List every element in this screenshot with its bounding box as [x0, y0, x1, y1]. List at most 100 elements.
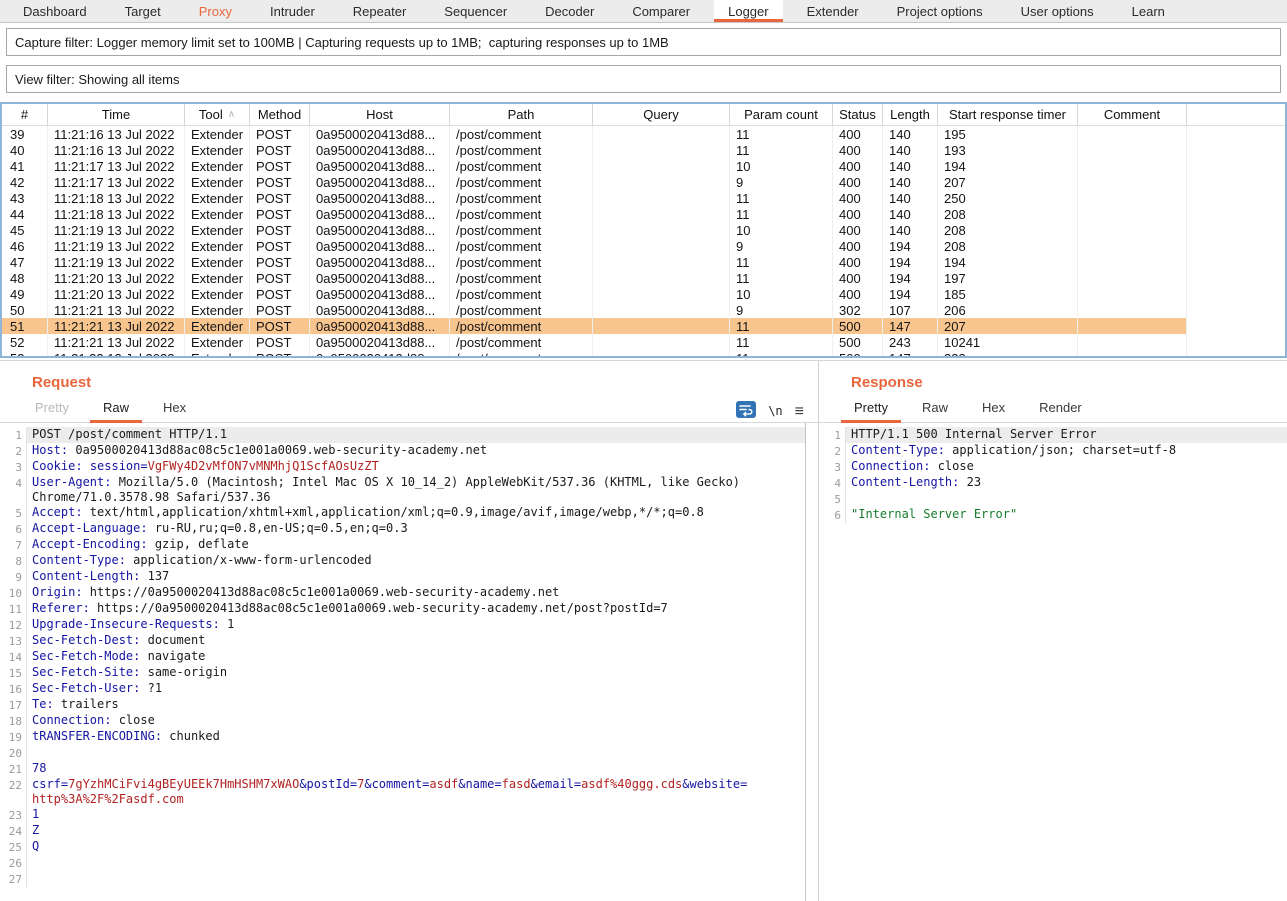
cell-pad	[1186, 238, 1285, 254]
cell-param-count: 11	[729, 142, 832, 158]
tab-extender[interactable]: Extender	[793, 0, 873, 22]
log-row-49[interactable]: 4911:21:20 13 Jul 2022ExtenderPOST0a9500…	[2, 286, 1285, 302]
cell-method: POST	[249, 302, 309, 318]
cell-time: 11:21:21 13 Jul 2022	[47, 334, 184, 350]
tab-intruder[interactable]: Intruder	[256, 0, 329, 22]
tab-raw[interactable]: Raw	[90, 400, 142, 423]
cell-id: 43	[2, 190, 47, 206]
tab-hex[interactable]: Hex	[969, 400, 1018, 423]
cell-tool: Extender	[184, 270, 249, 286]
log-row-52[interactable]: 5211:21:21 13 Jul 2022ExtenderPOST0a9500…	[2, 334, 1285, 350]
log-row-40[interactable]: 4011:21:16 13 Jul 2022ExtenderPOST0a9500…	[2, 142, 1285, 158]
column-header-method[interactable]: Method	[249, 104, 309, 125]
tab-decoder[interactable]: Decoder	[531, 0, 608, 22]
tab-comparer[interactable]: Comparer	[618, 0, 704, 22]
line-content: Accept: text/html,application/xhtml+xml,…	[27, 505, 805, 521]
tab-pretty[interactable]: Pretty	[22, 400, 82, 423]
column-header-query[interactable]: Query	[592, 104, 729, 125]
column-header-host[interactable]: Host	[309, 104, 449, 125]
log-row-41[interactable]: 4111:21:17 13 Jul 2022ExtenderPOST0a9500…	[2, 158, 1285, 174]
log-row-48[interactable]: 4811:21:20 13 Jul 2022ExtenderPOST0a9500…	[2, 270, 1285, 286]
column-header-length[interactable]: Length	[882, 104, 937, 125]
cell-length: 140	[882, 158, 937, 174]
line-number: 17	[0, 697, 27, 713]
tab-sequencer[interactable]: Sequencer	[430, 0, 521, 22]
tab-proxy[interactable]: Proxy	[185, 0, 246, 22]
cell-length: 194	[882, 254, 937, 270]
line-number: 5	[819, 491, 846, 507]
column-header--[interactable]: #	[2, 104, 47, 125]
cell-length: 243	[882, 334, 937, 350]
tab-repeater[interactable]: Repeater	[339, 0, 420, 22]
request-editor[interactable]: 1POST /post/comment HTTP/1.12Host: 0a950…	[0, 423, 806, 901]
cell-query	[592, 142, 729, 158]
log-row-45[interactable]: 4511:21:19 13 Jul 2022ExtenderPOST0a9500…	[2, 222, 1285, 238]
cell-comment	[1077, 334, 1186, 350]
editor-line: 3Cookie: session=VgFWy4D2vMfON7vMNMhjQ1S…	[0, 459, 805, 475]
log-row-53[interactable]: 5311:21:22 13 Jul 2022ExtenderPOST0a9500…	[2, 350, 1285, 358]
capture-filter-bar[interactable]: Capture filter: Logger memory limit set …	[6, 28, 1281, 56]
cell-method: POST	[249, 190, 309, 206]
column-header-param-count[interactable]: Param count	[729, 104, 832, 125]
line-content	[27, 855, 805, 871]
cell-id: 50	[2, 302, 47, 318]
column-header-status[interactable]: Status	[832, 104, 882, 125]
menu-icon[interactable]: ≡	[795, 406, 804, 422]
line-number: 26	[0, 855, 27, 871]
editor-line: 1HTTP/1.1 500 Internal Server Error	[819, 427, 1287, 443]
line-number: 15	[0, 665, 27, 681]
line-number: 19	[0, 729, 27, 745]
column-header-tool[interactable]: Tool∧	[184, 104, 249, 125]
cell-tool: Extender	[184, 318, 249, 334]
editor-line: 9Content-Length: 137	[0, 569, 805, 585]
line-number: 2	[0, 443, 27, 459]
column-header-time[interactable]: Time	[47, 104, 184, 125]
tab-learn[interactable]: Learn	[1118, 0, 1179, 22]
tab-hex[interactable]: Hex	[150, 400, 199, 423]
cell-comment	[1077, 270, 1186, 286]
editor-line: 16Sec-Fetch-User: ?1	[0, 681, 805, 697]
tab-logger[interactable]: Logger	[714, 0, 782, 22]
line-number: 7	[0, 537, 27, 553]
pretty-print-icon[interactable]	[736, 401, 756, 422]
column-header-start-response-timer[interactable]: Start response timer	[937, 104, 1077, 125]
newline-icon[interactable]: \n	[768, 404, 782, 422]
cell-host: 0a9500020413d88...	[309, 126, 449, 142]
log-row-42[interactable]: 4211:21:17 13 Jul 2022ExtenderPOST0a9500…	[2, 174, 1285, 190]
line-content: Upgrade-Insecure-Requests: 1	[27, 617, 805, 633]
cell-pad	[1186, 206, 1285, 222]
tab-user-options[interactable]: User options	[1007, 0, 1108, 22]
column-header-path[interactable]: Path	[449, 104, 592, 125]
line-number: 20	[0, 745, 27, 761]
cell-length: 194	[882, 270, 937, 286]
log-row-43[interactable]: 4311:21:18 13 Jul 2022ExtenderPOST0a9500…	[2, 190, 1285, 206]
tab-target[interactable]: Target	[111, 0, 175, 22]
cell-length: 140	[882, 206, 937, 222]
cell-method: POST	[249, 270, 309, 286]
line-number: 24	[0, 823, 27, 839]
cell-path: /post/comment	[449, 174, 592, 190]
log-row-44[interactable]: 4411:21:18 13 Jul 2022ExtenderPOST0a9500…	[2, 206, 1285, 222]
response-editor[interactable]: 1HTTP/1.1 500 Internal Server Error2Cont…	[819, 423, 1287, 901]
cell-time: 11:21:17 13 Jul 2022	[47, 158, 184, 174]
line-number: 14	[0, 649, 27, 665]
cell-method: POST	[249, 174, 309, 190]
view-filter-bar[interactable]: View filter: Showing all items	[6, 65, 1281, 93]
tab-dashboard[interactable]: Dashboard	[9, 0, 101, 22]
log-row-50[interactable]: 5011:21:21 13 Jul 2022ExtenderPOST0a9500…	[2, 302, 1285, 318]
tab-raw[interactable]: Raw	[909, 400, 961, 423]
log-row-51[interactable]: 5111:21:21 13 Jul 2022ExtenderPOST0a9500…	[2, 318, 1285, 334]
log-row-46[interactable]: 4611:21:19 13 Jul 2022ExtenderPOST0a9500…	[2, 238, 1285, 254]
cell-tool: Extender	[184, 126, 249, 142]
tab-render[interactable]: Render	[1026, 400, 1095, 423]
column-header-comment[interactable]: Comment	[1077, 104, 1186, 125]
log-row-39[interactable]: 3911:21:16 13 Jul 2022ExtenderPOST0a9500…	[2, 126, 1285, 142]
cell-timer: 250	[937, 190, 1077, 206]
tab-project-options[interactable]: Project options	[883, 0, 997, 22]
editor-line: 22csrf=7gYzhMCiFvi4gBEyUEEk7HmHSHM7xWAO&…	[0, 777, 805, 807]
line-content	[27, 745, 805, 761]
tab-pretty[interactable]: Pretty	[841, 400, 901, 423]
cell-host: 0a9500020413d88...	[309, 190, 449, 206]
log-row-47[interactable]: 4711:21:19 13 Jul 2022ExtenderPOST0a9500…	[2, 254, 1285, 270]
cell-host: 0a9500020413d88...	[309, 270, 449, 286]
